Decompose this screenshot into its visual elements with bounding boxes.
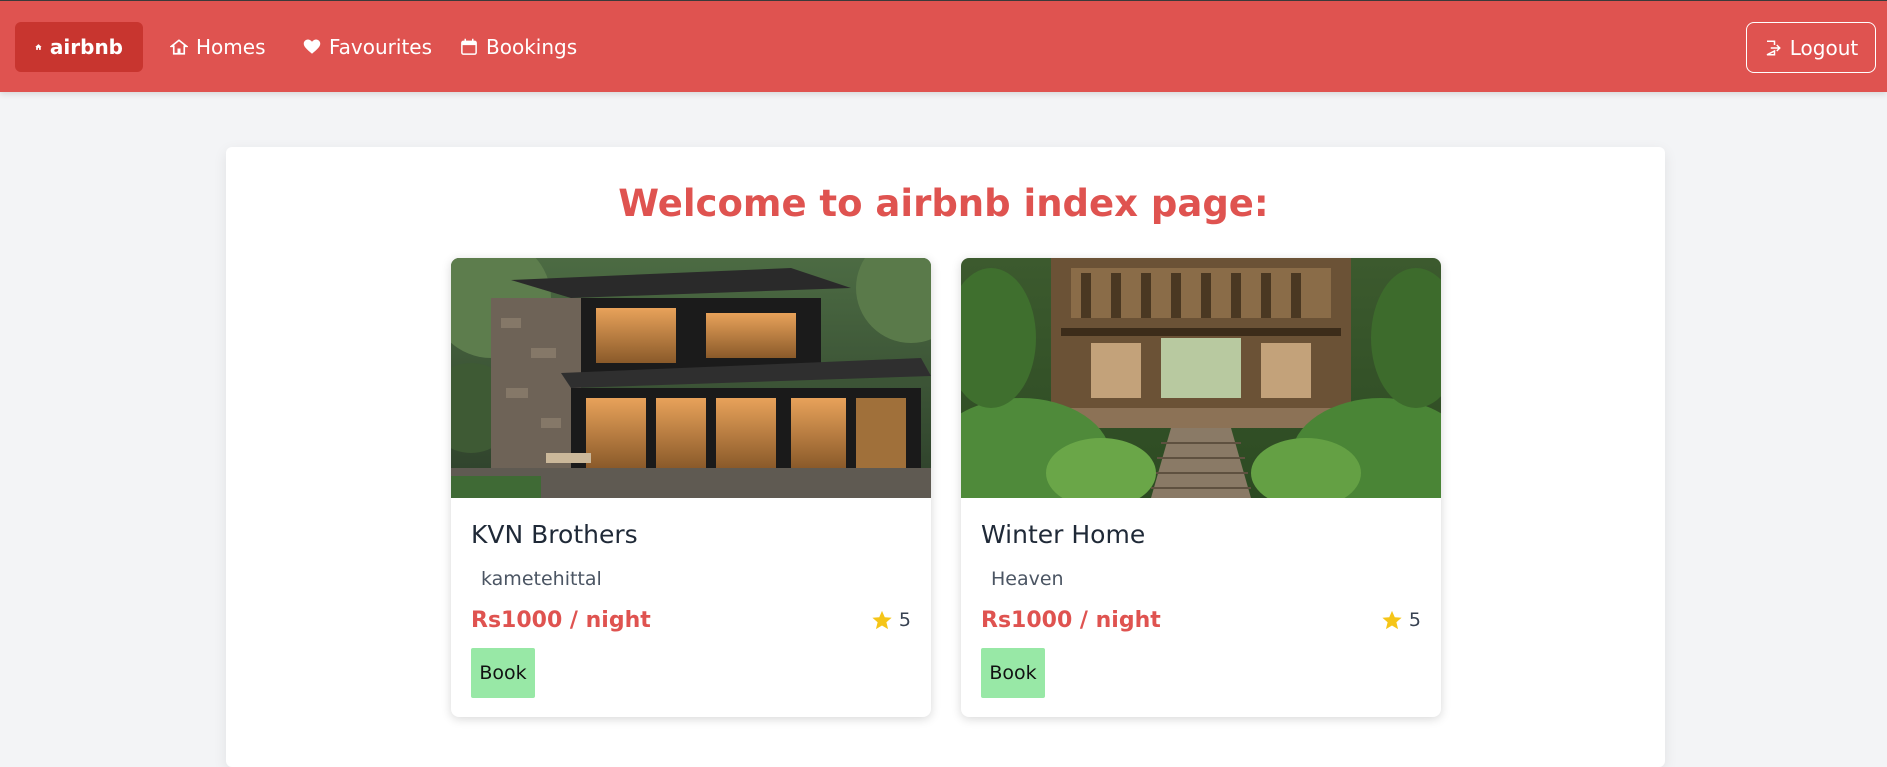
home-name: KVN Brothers — [471, 520, 638, 549]
nav-item-label: Homes — [196, 35, 266, 59]
home-location: kametehittal — [481, 568, 602, 590]
home-price: Rs1000 / night — [471, 608, 651, 633]
book-button[interactable]: Book — [471, 648, 535, 698]
home-name: Winter Home — [981, 520, 1146, 549]
home-location: Heaven — [991, 568, 1064, 590]
home-card[interactable]: KVN Brothers kametehittal Rs1000 / night… — [451, 258, 931, 717]
calendar-icon — [461, 38, 477, 55]
rating-value: 5 — [898, 609, 911, 631]
rating-value: 5 — [1408, 609, 1421, 631]
home-icon — [35, 44, 42, 50]
main-panel — [226, 147, 1665, 767]
heart-icon — [303, 39, 321, 54]
logout-label: Logout — [1789, 35, 1859, 60]
home-rating: 5 — [871, 609, 911, 631]
star-icon — [872, 610, 892, 630]
nav-item-label: Favourites — [329, 35, 433, 59]
logout-button[interactable]: Logout — [1746, 22, 1876, 73]
page-title: Welcome to airbnb index page: — [618, 182, 1269, 225]
top-navbar: airbnb Homes Favourites Bookings Logout — [0, 0, 1887, 92]
logout-icon — [1766, 40, 1781, 55]
home-card[interactable]: Winter Home Heaven Rs1000 / night 5 Book — [961, 258, 1441, 717]
nav-item-favourites[interactable]: Favourites — [283, 22, 452, 72]
home-image — [451, 258, 931, 498]
home-image — [961, 258, 1441, 498]
nav-item-label: Bookings — [486, 35, 578, 59]
home-rating: 5 — [1381, 609, 1421, 631]
star-icon — [1382, 610, 1402, 630]
book-button[interactable]: Book — [981, 648, 1045, 698]
nav-item-bookings[interactable]: Bookings — [440, 22, 597, 72]
house-icon — [170, 39, 188, 55]
brand-link[interactable]: airbnb — [15, 22, 143, 72]
home-price: Rs1000 / night — [981, 608, 1161, 633]
nav-item-homes[interactable]: Homes — [150, 22, 285, 72]
brand-label: airbnb — [49, 35, 123, 59]
